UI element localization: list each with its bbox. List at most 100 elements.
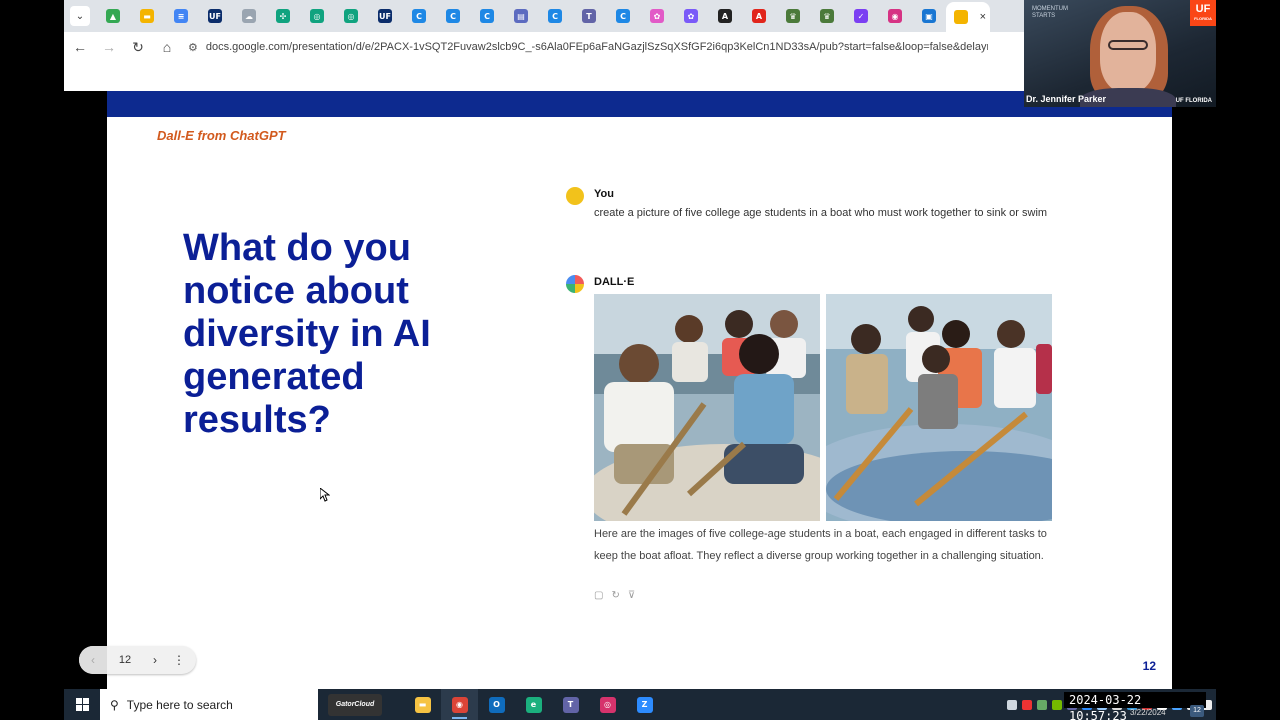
browser-toolbar: ← → ↻ ⌂ ⚙ docs.google.com/presentation/d… xyxy=(64,32,1024,62)
browser-tab[interactable]: ♛ xyxy=(810,3,844,29)
back-button[interactable]: ← xyxy=(67,34,93,60)
slide: Dall-E from ChatGPT What do you notice a… xyxy=(107,91,1172,689)
search-icon: ⚲ xyxy=(110,697,119,712)
anthropic-icon: A xyxy=(718,9,732,23)
browser-tab[interactable]: C xyxy=(470,3,504,29)
tab-search-chevron-icon[interactable]: ⌄ xyxy=(70,6,90,26)
slide-pager: ‹ 12 › ⋮ xyxy=(79,646,196,674)
home-button[interactable]: ⌂ xyxy=(154,34,180,60)
bookmark-icon: ♛ xyxy=(786,9,800,23)
active-browser-tab[interactable]: × xyxy=(946,2,990,32)
browser-tab[interactable]: ✿ xyxy=(640,3,674,29)
presenter-name: Dr. Jennifer Parker xyxy=(1026,94,1107,104)
browser-tab[interactable]: ◎ xyxy=(300,3,334,29)
browser-tab[interactable]: ≡ xyxy=(164,3,198,29)
browser-tab[interactable]: T xyxy=(572,3,606,29)
slide-number: 12 xyxy=(1142,659,1156,673)
browser-tab[interactable]: ☁ xyxy=(232,3,266,29)
browser-tab[interactable]: A xyxy=(708,3,742,29)
browser-tab[interactable]: ✓ xyxy=(844,3,878,29)
taskbar-app[interactable]: ◉ xyxy=(441,689,478,720)
slide-header-bar xyxy=(107,91,1172,117)
browser-tab[interactable]: ♛ xyxy=(776,3,810,29)
browser-tab[interactable]: ◎ xyxy=(334,3,368,29)
browser-tab[interactable]: A xyxy=(742,3,776,29)
photos-icon: ◎ xyxy=(599,696,616,713)
browser-tab[interactable]: C xyxy=(538,3,572,29)
browser-tab[interactable]: C xyxy=(606,3,640,29)
start-button[interactable] xyxy=(64,689,100,720)
acrobat-tray-icon[interactable] xyxy=(1022,699,1032,710)
browser-tab[interactable]: ✿ xyxy=(674,3,708,29)
browser-tab[interactable]: ▤ xyxy=(504,3,538,29)
file-explorer-icon: ▬ xyxy=(414,696,431,713)
chatgpt-icon: ✣ xyxy=(276,9,290,23)
c-icon: C xyxy=(616,9,630,23)
generated-images xyxy=(594,294,1052,521)
message-actions: ▢ ↻ ⊽ xyxy=(594,590,635,601)
uf-logo-sub: FLORIDA xyxy=(1194,16,1212,21)
browser-tab[interactable]: C xyxy=(436,3,470,29)
forward-button[interactable]: → xyxy=(96,34,122,60)
taskbar-app[interactable]: T xyxy=(552,689,589,720)
c-icon: C xyxy=(446,9,460,23)
regenerate-icon[interactable]: ↻ xyxy=(611,590,619,601)
browser-tab[interactable]: ▬ xyxy=(130,3,164,29)
taskbar-app[interactable]: ◎ xyxy=(589,689,626,720)
browser-tab[interactable]: ▣ xyxy=(912,3,946,29)
gatorcloud-app[interactable]: GatorCloud xyxy=(328,693,382,716)
adobe-icon: A xyxy=(752,9,766,23)
address-bar[interactable]: ⚙ docs.google.com/presentation/d/e/2PACX… xyxy=(188,41,988,54)
taskbar-app[interactable]: Z xyxy=(626,689,663,720)
copilot-icon: ✿ xyxy=(684,9,698,23)
drive-icon: ▲ xyxy=(106,9,120,23)
user-message: create a picture of five college age stu… xyxy=(594,207,1048,219)
edge-icon: e xyxy=(525,696,542,713)
more-options-button[interactable]: ⋮ xyxy=(167,653,191,667)
chatgpt-icon: ◎ xyxy=(344,9,358,23)
notification-badge[interactable]: 12 xyxy=(1190,705,1204,717)
search-placeholder: Type here to search xyxy=(126,697,233,712)
generated-image-2 xyxy=(826,294,1052,521)
news-icon[interactable] xyxy=(1007,699,1017,710)
browser-tab[interactable]: C xyxy=(402,3,436,29)
docs-icon: ≡ xyxy=(174,9,188,23)
taskbar-app[interactable]: e xyxy=(515,689,552,720)
uf-logo-text: UF xyxy=(1195,3,1211,15)
bot-reply: Here are the images of five college-age … xyxy=(594,528,1047,562)
uf-footer-logo: UF FLORIDA xyxy=(1175,98,1212,104)
taskbar-apps: ▬ ◉ Oe T ◎ Z xyxy=(404,689,663,720)
thumbs-down-icon[interactable]: ⊽ xyxy=(628,590,635,601)
taskbar-app[interactable]: O xyxy=(478,689,515,720)
dalle-avatar xyxy=(566,275,584,293)
browser-tab[interactable]: ◉ xyxy=(878,3,912,29)
browser-tab[interactable]: UF xyxy=(368,3,402,29)
slides-icon xyxy=(954,10,968,24)
nvidia-icon[interactable] xyxy=(1052,699,1062,710)
next-slide-button[interactable]: › xyxy=(143,653,167,667)
windows-icon xyxy=(75,698,89,711)
taskbar-date: 3/22/2024 xyxy=(1130,708,1166,717)
c-icon: C xyxy=(480,9,494,23)
prev-slide-button[interactable]: ‹ xyxy=(79,646,107,674)
tray-app-icon[interactable] xyxy=(1037,699,1047,710)
taskbar-search[interactable]: ⚲ Type here to search xyxy=(100,689,318,720)
url-text: docs.google.com/presentation/d/e/2PACX-1… xyxy=(205,41,988,53)
c-icon: C xyxy=(412,9,426,23)
c-icon: C xyxy=(548,9,562,23)
teams-icon: T xyxy=(562,696,579,713)
close-tab-icon[interactable]: × xyxy=(980,11,986,23)
site-info-icon[interactable]: ⚙ xyxy=(188,41,198,54)
presenter-face xyxy=(1100,12,1156,92)
taskbar-app[interactable]: ▬ xyxy=(404,689,441,720)
browser-tab[interactable]: ▲ xyxy=(96,3,130,29)
reload-button[interactable]: ↻ xyxy=(125,34,151,60)
app-icon: ◉ xyxy=(888,9,902,23)
browser-tab[interactable]: UF xyxy=(198,3,232,29)
generated-image-1 xyxy=(594,294,820,521)
copy-icon[interactable]: ▢ xyxy=(594,590,603,601)
browser-tab[interactable]: ✣ xyxy=(266,3,300,29)
uf-icon: UF xyxy=(208,9,222,23)
slide-heading: What do you notice about diversity in AI… xyxy=(183,227,431,441)
cloud-icon: ☁ xyxy=(242,9,256,23)
